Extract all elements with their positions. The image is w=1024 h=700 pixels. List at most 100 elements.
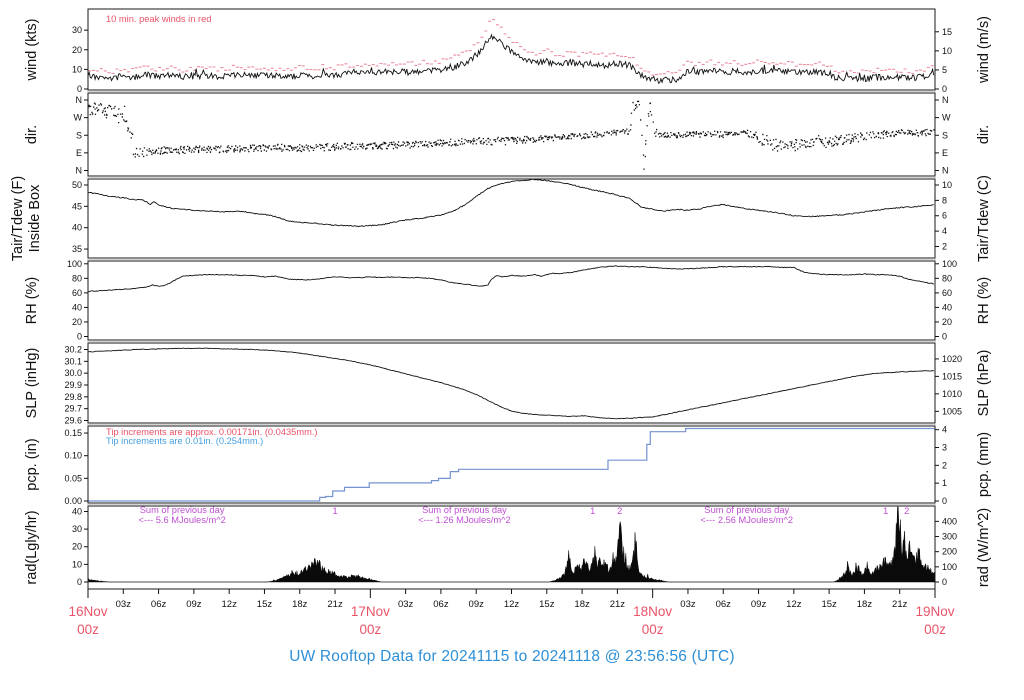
- svg-text:09z: 09z: [751, 599, 767, 610]
- axis-title-left-precip: pcp. (in): [24, 438, 40, 490]
- panel-gap: [87, 341, 936, 342]
- svg-text:15z: 15z: [257, 599, 273, 610]
- svg-text:20: 20: [72, 317, 82, 327]
- radiation-event-marker: 1: [332, 506, 337, 516]
- axis-title-right-wind: wind (m/s): [976, 16, 992, 84]
- svg-text:18z: 18z: [857, 599, 873, 610]
- svg-text:N: N: [942, 95, 949, 105]
- panel-gap: [87, 424, 936, 425]
- svg-text:15: 15: [942, 27, 952, 37]
- svg-text:1015: 1015: [942, 371, 962, 381]
- svg-text:S: S: [942, 130, 948, 140]
- radiation-sum-value: <--- 1.26 MJoules/m^2: [418, 515, 510, 525]
- svg-text:E: E: [76, 148, 82, 158]
- axis-title-left-rh: RH (%): [24, 277, 40, 325]
- axis-title-left-direction: dir.: [24, 125, 40, 144]
- axis-title-right-rh: RH (%): [976, 277, 992, 325]
- svg-text:29.8: 29.8: [64, 392, 82, 402]
- date-label: 17Nov: [351, 604, 390, 619]
- radiation-sum-label: Sum of previous day: [140, 505, 225, 515]
- svg-text:0: 0: [77, 84, 82, 94]
- svg-text:0: 0: [77, 577, 82, 587]
- svg-text:18z: 18z: [574, 599, 590, 610]
- svg-text:1005: 1005: [942, 406, 962, 416]
- date-label: 18Nov: [633, 604, 672, 619]
- svg-text:1010: 1010: [942, 389, 962, 399]
- svg-text:5: 5: [942, 65, 947, 75]
- svg-text:30.2: 30.2: [64, 345, 82, 355]
- svg-text:4: 4: [942, 226, 947, 236]
- svg-text:40: 40: [942, 302, 952, 312]
- svg-text:10: 10: [72, 64, 82, 74]
- svg-text:40: 40: [72, 223, 82, 233]
- axis-title-right-radiation: rad (W/m^2): [976, 508, 992, 587]
- axis-title-right-slp: SLP (hPa): [976, 350, 992, 417]
- svg-text:10: 10: [72, 559, 82, 569]
- svg-text:29.9: 29.9: [64, 380, 82, 390]
- radiation-sum-value: <--- 5.6 MJoules/m^2: [138, 515, 225, 525]
- axis-title-right-direction: dir.: [976, 125, 992, 144]
- svg-text:100: 100: [942, 259, 957, 269]
- date-sublabel: 00z: [642, 622, 664, 637]
- svg-text:35: 35: [72, 244, 82, 254]
- svg-text:06z: 06z: [433, 599, 449, 610]
- radiation-event-marker: 1: [590, 506, 595, 516]
- svg-text:12z: 12z: [222, 599, 238, 610]
- svg-text:18z: 18z: [292, 599, 308, 610]
- wind-peak-note: 10 min. peak winds in red: [106, 14, 211, 24]
- precip-note-blue: Tip increments are 0.01in. (0.254mm.): [106, 436, 263, 446]
- svg-text:21z: 21z: [892, 599, 908, 610]
- date-label: 16Nov: [68, 604, 107, 619]
- date-label: 19Nov: [915, 604, 954, 619]
- axis-title-left2-temperature: Inside Box: [27, 184, 43, 252]
- svg-text:6: 6: [942, 211, 947, 221]
- svg-text:N: N: [942, 166, 949, 176]
- svg-text:29.7: 29.7: [64, 404, 82, 414]
- svg-text:06z: 06z: [716, 599, 732, 610]
- svg-text:0.00: 0.00: [64, 496, 82, 506]
- svg-text:3: 3: [942, 442, 947, 452]
- svg-text:0.15: 0.15: [64, 428, 82, 438]
- radiation-event-marker: 2: [617, 506, 622, 516]
- svg-text:0: 0: [942, 577, 947, 587]
- panel-gap: [87, 177, 936, 178]
- svg-text:20: 20: [72, 45, 82, 55]
- svg-text:E: E: [942, 148, 948, 158]
- svg-text:60: 60: [72, 288, 82, 298]
- svg-text:21z: 21z: [327, 599, 343, 610]
- svg-text:2: 2: [942, 460, 947, 470]
- svg-text:03z: 03z: [680, 599, 696, 610]
- svg-text:12z: 12z: [786, 599, 802, 610]
- uw-rooftop-figure: 0 10 20 30 0 5 10 15 N N E E S S W W N N 35 40 45 50 2 4 6 8 10 0 20…: [0, 0, 1024, 700]
- svg-text:80: 80: [942, 273, 952, 283]
- date-sublabel: 00z: [924, 622, 946, 637]
- svg-text:0: 0: [942, 496, 947, 506]
- radiation-sum-label: Sum of previous day: [422, 505, 507, 515]
- svg-text:30: 30: [72, 524, 82, 534]
- axis-title-left-radiation: rad(Lgly/hr): [24, 510, 40, 584]
- chart-canvas: 0102030051015N NE ES SW WN N35404550246810020…: [10, 8, 992, 637]
- panel-gap: [87, 259, 936, 260]
- panel-gap: [87, 91, 936, 92]
- svg-text:20: 20: [72, 542, 82, 552]
- svg-text:21z: 21z: [610, 599, 626, 610]
- axis-title-left-slp: SLP (inHg): [24, 348, 40, 419]
- svg-text:30: 30: [72, 25, 82, 35]
- svg-text:1020: 1020: [942, 354, 962, 364]
- svg-text:8: 8: [942, 195, 947, 205]
- svg-text:45: 45: [72, 201, 82, 211]
- svg-text:2: 2: [942, 241, 947, 251]
- svg-text:20: 20: [942, 317, 952, 327]
- svg-text:03z: 03z: [398, 599, 414, 610]
- svg-text:03z: 03z: [116, 599, 132, 610]
- svg-text:300: 300: [942, 532, 957, 542]
- svg-text:40: 40: [72, 302, 82, 312]
- svg-text:0: 0: [942, 332, 947, 342]
- axis-title-right-precip: pcp. (mm): [976, 432, 992, 497]
- svg-text:S: S: [76, 130, 82, 140]
- axis-title-right-temperature: Tair/Tdew (C): [976, 175, 992, 262]
- x-axis: 03z 06z 09z 12z 15z 18z 21z 03z 06z 09z 12z 15z 18z 2…: [68, 589, 955, 637]
- svg-text:200: 200: [942, 547, 957, 557]
- svg-text:80: 80: [72, 273, 82, 283]
- svg-text:4: 4: [942, 425, 947, 435]
